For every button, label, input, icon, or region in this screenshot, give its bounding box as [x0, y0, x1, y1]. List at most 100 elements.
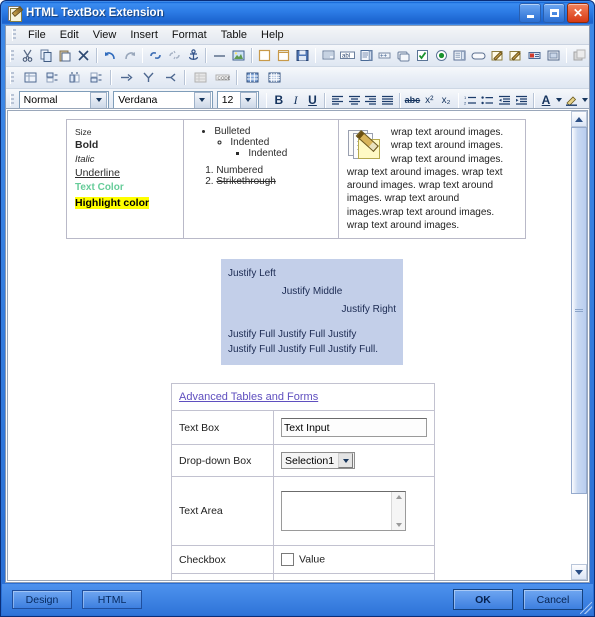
- cut-icon[interactable]: [20, 47, 37, 65]
- anchor-icon[interactable]: [185, 47, 202, 65]
- delete-icon[interactable]: [76, 47, 93, 65]
- ok-button[interactable]: OK: [453, 589, 513, 610]
- superscript-button[interactable]: x²: [421, 91, 438, 109]
- chevron-down-icon[interactable]: [193, 91, 211, 109]
- font-color-button[interactable]: A: [538, 91, 555, 109]
- insert-table-icon[interactable]: [20, 69, 40, 87]
- hyperlink-icon[interactable]: [147, 47, 164, 65]
- advanced-tables-forms-link[interactable]: Advanced Tables and Forms: [179, 391, 318, 403]
- round-button-icon[interactable]: [470, 47, 487, 65]
- scroll-up-button[interactable]: [571, 111, 587, 127]
- maximize-button[interactable]: [543, 3, 565, 23]
- text-area[interactable]: [281, 491, 406, 532]
- menu-table[interactable]: Table: [214, 27, 254, 43]
- checkbox-icon[interactable]: [414, 47, 431, 65]
- horizontal-rule-icon[interactable]: [211, 47, 228, 65]
- size-select[interactable]: 12: [216, 90, 259, 110]
- form-icon[interactable]: [320, 47, 337, 65]
- menu-format[interactable]: Format: [165, 27, 214, 43]
- wysiwyg-canvas[interactable]: Size Bold Italic Underline Text Color Hi…: [7, 110, 571, 581]
- edit2-icon[interactable]: [508, 47, 525, 65]
- menu-gripper[interactable]: [12, 29, 16, 41]
- minimize-button[interactable]: [519, 3, 541, 23]
- edit-icon[interactable]: [489, 47, 506, 65]
- scroll-up-icon[interactable]: [395, 495, 402, 500]
- redo-icon[interactable]: [121, 47, 138, 65]
- menu-view[interactable]: View: [86, 27, 124, 43]
- textarea-icon[interactable]: [358, 47, 375, 65]
- split-cells-icon[interactable]: [160, 69, 180, 87]
- page-properties-icon[interactable]: [275, 47, 292, 65]
- grid-icon[interactable]: [242, 69, 262, 87]
- listbox-icon[interactable]: [451, 47, 468, 65]
- text-input[interactable]: [281, 418, 427, 438]
- align-center-button[interactable]: [346, 91, 363, 109]
- tab-html[interactable]: HTML: [82, 590, 142, 609]
- scroll-down-button[interactable]: [571, 564, 587, 580]
- toolbar-separator: [565, 48, 568, 63]
- dropdown-value: Selection1: [285, 454, 335, 467]
- justify-button[interactable]: [379, 91, 396, 109]
- subscript-button[interactable]: x₂: [438, 91, 455, 109]
- align-left-button[interactable]: [329, 91, 346, 109]
- chevron-down-icon[interactable]: [338, 453, 354, 469]
- chevron-down-icon[interactable]: [239, 91, 257, 109]
- copy-icon[interactable]: [38, 47, 55, 65]
- toolbar-gripper[interactable]: [10, 49, 14, 62]
- underline-button[interactable]: U: [304, 91, 321, 109]
- italic-button[interactable]: I: [287, 91, 304, 109]
- hidden-field-icon[interactable]: ++: [377, 47, 394, 65]
- strikethrough-button[interactable]: abc: [404, 91, 421, 109]
- unlink-icon[interactable]: [166, 47, 183, 65]
- menu-edit[interactable]: Edit: [53, 27, 86, 43]
- insert-column-icon[interactable]: [64, 69, 84, 87]
- menu-help[interactable]: Help: [254, 27, 291, 43]
- window-resize-grip[interactable]: [580, 602, 592, 614]
- undo-icon[interactable]: [102, 47, 119, 65]
- increase-indent-button[interactable]: [513, 91, 530, 109]
- tab-design[interactable]: Design: [12, 590, 72, 609]
- merge-cells-icon[interactable]: [138, 69, 158, 87]
- toolbar2-gripper[interactable]: [10, 71, 14, 84]
- delete-row-icon[interactable]: [116, 69, 136, 87]
- dropdown-select[interactable]: Selection1: [281, 452, 356, 470]
- new-page-icon[interactable]: [257, 47, 274, 65]
- align-right-button[interactable]: [362, 91, 379, 109]
- panel-icon[interactable]: [545, 47, 562, 65]
- paste-icon[interactable]: [57, 47, 74, 65]
- menu-insert[interactable]: Insert: [123, 27, 165, 43]
- textarea-scrollbar[interactable]: [391, 492, 405, 531]
- chevron-down-icon[interactable]: [90, 91, 108, 109]
- font-select[interactable]: Verdana: [113, 90, 213, 110]
- menu-file[interactable]: File: [21, 27, 53, 43]
- style-select[interactable]: Normal: [18, 90, 110, 110]
- label-icon[interactable]: [526, 47, 543, 65]
- bold-button[interactable]: B: [270, 91, 287, 109]
- insert-row-below-icon[interactable]: [86, 69, 106, 87]
- chevron-down-icon[interactable]: [580, 91, 589, 109]
- chevron-down-icon[interactable]: [554, 91, 563, 109]
- code-icon[interactable]: CODE: [212, 69, 232, 87]
- image-icon[interactable]: [230, 47, 247, 65]
- checkbox-input[interactable]: [281, 553, 294, 567]
- save-icon[interactable]: [294, 47, 311, 65]
- textbox-icon[interactable]: abl: [339, 47, 356, 65]
- scrollbar-thumb[interactable]: [571, 127, 587, 495]
- decrease-indent-button[interactable]: [496, 91, 513, 109]
- close-button[interactable]: ✕: [567, 3, 589, 23]
- paste-special-icon[interactable]: [571, 47, 588, 65]
- cancel-button[interactable]: Cancel: [523, 589, 583, 610]
- bulleted-list-button[interactable]: [479, 91, 496, 109]
- table-grid-icon[interactable]: [264, 69, 284, 87]
- radio-icon[interactable]: [433, 47, 450, 65]
- highlight-color-button[interactable]: [563, 91, 580, 109]
- formatbar-gripper[interactable]: [10, 94, 14, 106]
- lists-cell: Bulleted Indented Indented: [183, 118, 339, 240]
- editor-vertical-scrollbar[interactable]: [571, 110, 588, 581]
- button-icon[interactable]: [395, 47, 412, 65]
- scrollbar-track[interactable]: [571, 127, 587, 564]
- scroll-down-icon[interactable]: [395, 523, 402, 528]
- insert-row-above-icon[interactable]: [42, 69, 62, 87]
- table-properties-icon[interactable]: [190, 69, 210, 87]
- numbered-list-button[interactable]: 12: [462, 91, 479, 109]
